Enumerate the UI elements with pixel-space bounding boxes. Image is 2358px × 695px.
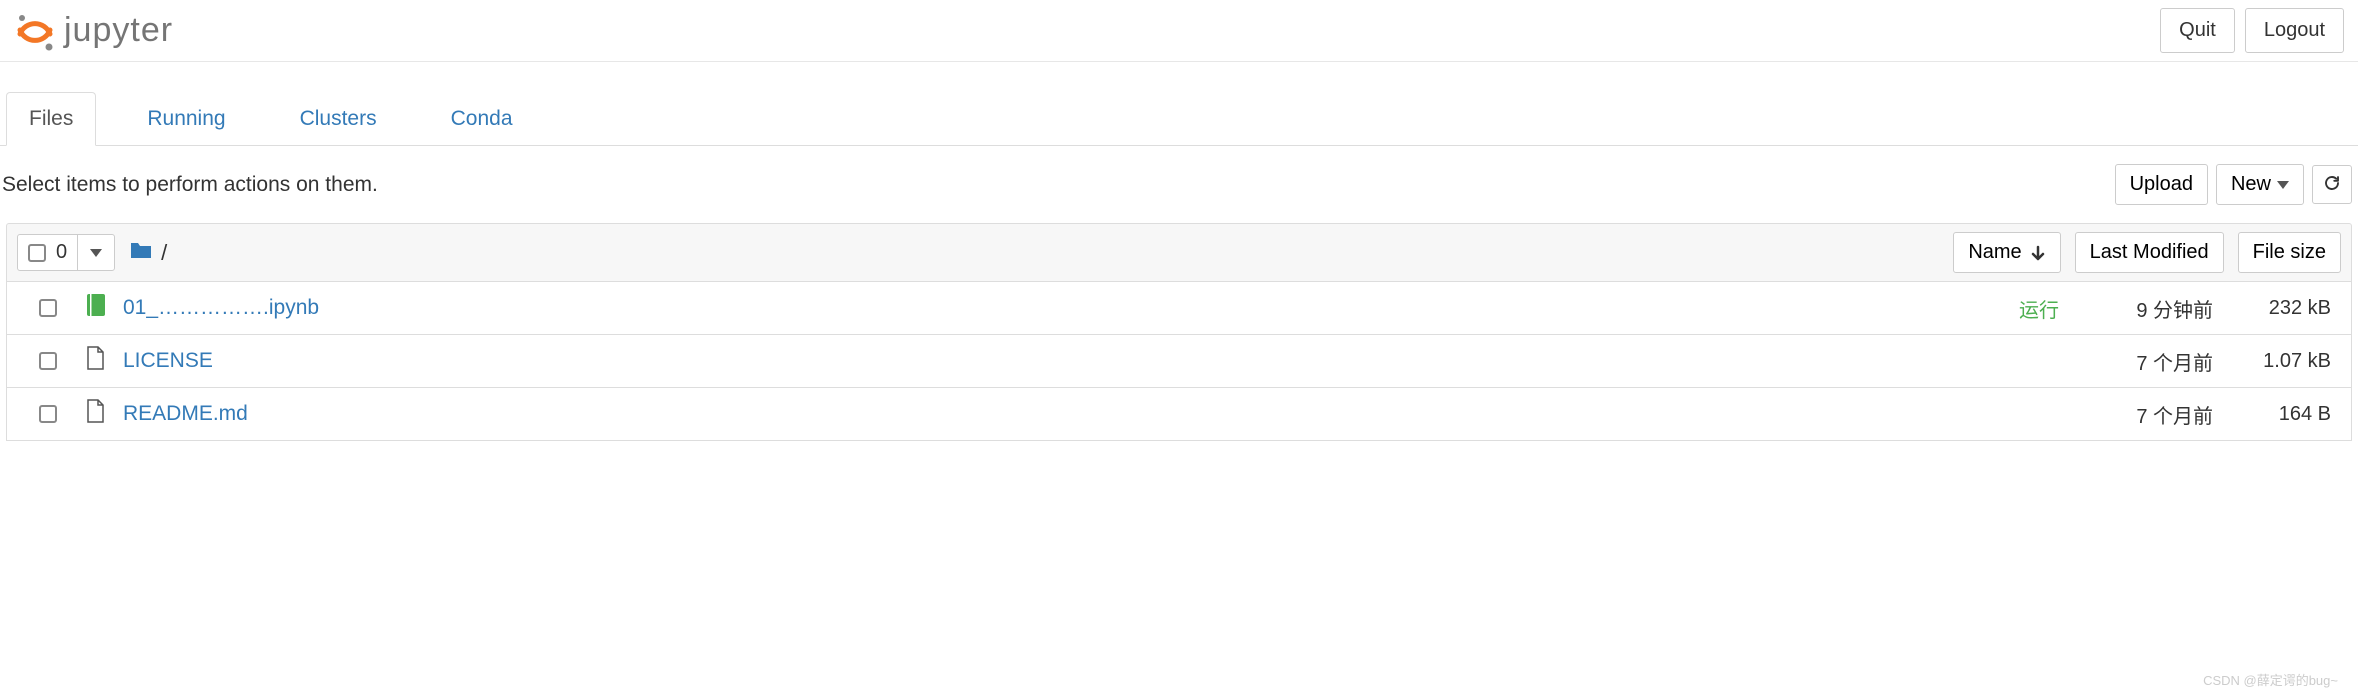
file-icon: [85, 398, 109, 430]
folder-icon[interactable]: [129, 239, 153, 267]
toolbar-hint: Select items to perform actions on them.: [2, 173, 378, 197]
select-all-group: 0: [17, 234, 115, 271]
file-modified: 7 个月前: [2073, 347, 2213, 376]
sort-modified-button[interactable]: Last Modified: [2075, 232, 2224, 273]
file-icon: [85, 345, 109, 377]
arrow-down-icon: [2030, 245, 2046, 261]
refresh-button[interactable]: [2312, 165, 2352, 204]
toolbar: Select items to perform actions on them.…: [0, 146, 2358, 223]
header-buttons: Quit Logout: [2160, 8, 2344, 53]
tab-files[interactable]: Files: [6, 92, 96, 146]
new-button[interactable]: New: [2216, 164, 2304, 205]
selected-count: 0: [56, 241, 67, 264]
quit-button[interactable]: Quit: [2160, 8, 2235, 53]
file-size: 164 B: [2227, 403, 2337, 426]
file-list: 01_…………….ipynb 运行 9 分钟前 232 kB LICENSE 7…: [6, 282, 2352, 441]
caret-down-icon: [2277, 181, 2289, 189]
jupyter-logo-icon: [14, 10, 56, 52]
caret-down-icon: [90, 249, 102, 257]
tabs: Files Running Clusters Conda: [0, 92, 2358, 146]
file-row: README.md 7 个月前 164 B: [6, 388, 2352, 441]
sort-size-button[interactable]: File size: [2238, 232, 2341, 273]
file-status: 运行: [2019, 294, 2059, 323]
select-all-checkbox[interactable]: 0: [18, 235, 77, 270]
file-row: 01_…………….ipynb 运行 9 分钟前 232 kB: [6, 282, 2352, 335]
row-checkbox[interactable]: [39, 405, 57, 423]
tab-clusters[interactable]: Clusters: [277, 92, 400, 146]
file-size: 1.07 kB: [2227, 350, 2337, 373]
row-checkbox[interactable]: [39, 299, 57, 317]
sort-name-button[interactable]: Name: [1953, 232, 2060, 273]
notebook-icon: [85, 292, 109, 324]
breadcrumb[interactable]: /: [161, 240, 167, 266]
file-row: LICENSE 7 个月前 1.07 kB: [6, 335, 2352, 388]
sort-name-label: Name: [1968, 241, 2021, 264]
tab-conda[interactable]: Conda: [428, 92, 536, 146]
watermark: CSDN @薛定谔的bug~: [2203, 670, 2338, 689]
file-name-link[interactable]: LICENSE: [123, 349, 213, 373]
list-header-left: 0 /: [17, 234, 167, 271]
list-header: 0 / Name Last Modified File size: [6, 223, 2352, 282]
file-modified: 7 个月前: [2073, 400, 2213, 429]
refresh-icon: [2323, 174, 2341, 192]
new-button-label: New: [2231, 173, 2271, 196]
row-checkbox[interactable]: [39, 352, 57, 370]
logo-text: jupyter: [64, 11, 173, 50]
checkbox-icon: [28, 244, 46, 262]
file-name-link[interactable]: README.md: [123, 402, 248, 426]
header: jupyter Quit Logout: [0, 0, 2358, 62]
list-header-right: Name Last Modified File size: [1953, 232, 2341, 273]
tab-running[interactable]: Running: [124, 92, 248, 146]
logout-button[interactable]: Logout: [2245, 8, 2344, 53]
toolbar-actions: Upload New: [2115, 164, 2352, 205]
file-size: 232 kB: [2227, 297, 2337, 320]
file-modified: 9 分钟前: [2073, 294, 2213, 323]
file-name-link[interactable]: 01_…………….ipynb: [123, 296, 319, 320]
logo[interactable]: jupyter: [14, 10, 173, 52]
upload-button[interactable]: Upload: [2115, 164, 2208, 205]
select-dropdown[interactable]: [77, 235, 114, 270]
